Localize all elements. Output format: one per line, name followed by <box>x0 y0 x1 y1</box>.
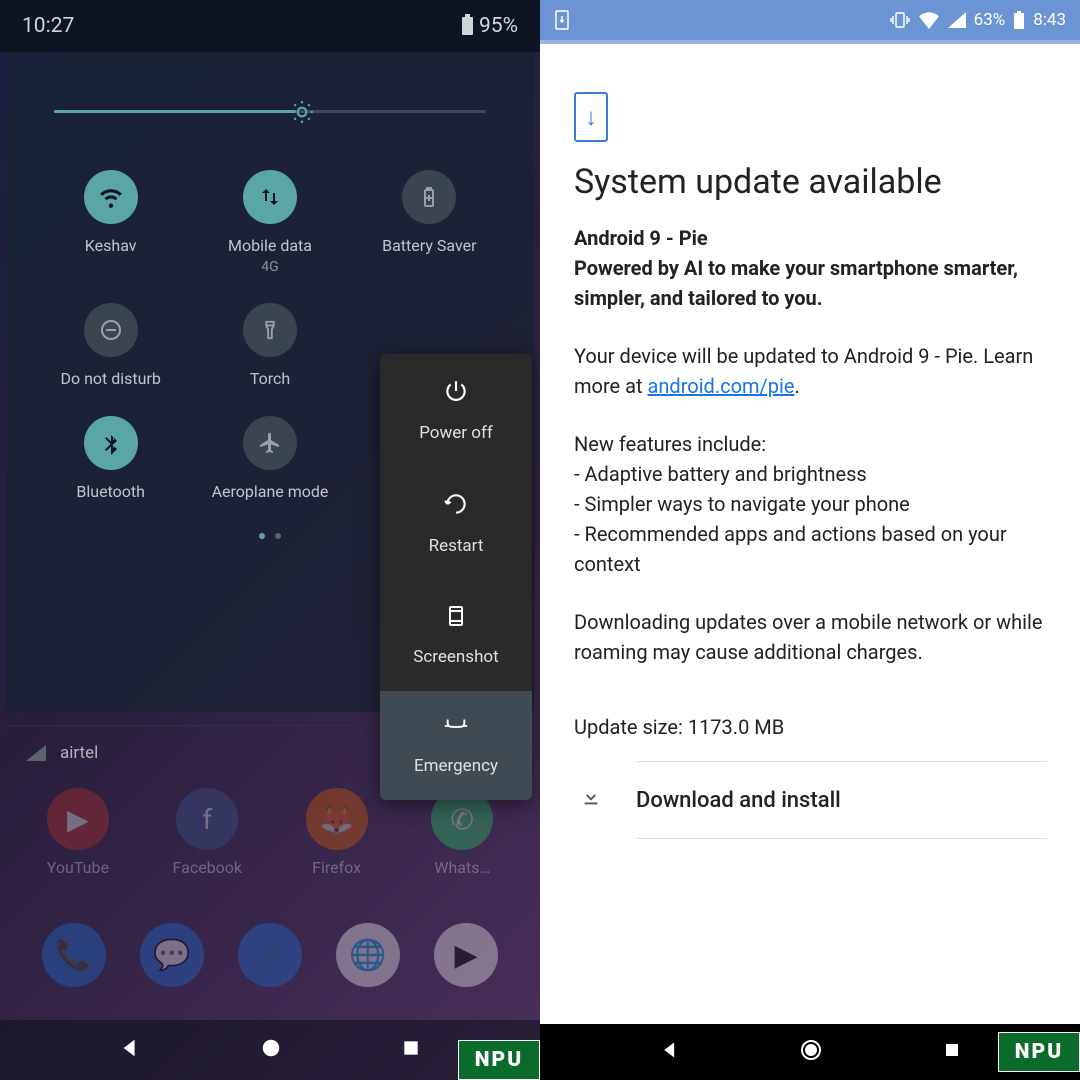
clock-right: 8:43 <box>1033 10 1066 30</box>
torch-icon <box>243 303 297 357</box>
tile-torch[interactable]: Torch <box>190 303 349 388</box>
power-menu: Power off Restart Screenshot Emergency <box>380 354 532 800</box>
features-heading: New features include: <box>574 429 1046 459</box>
download-icon <box>574 786 608 814</box>
tile-data-sub: 4G <box>261 259 278 275</box>
app-facebook[interactable]: fFacebook <box>173 788 242 877</box>
restart-button[interactable]: Restart <box>380 467 532 580</box>
screenshot-button[interactable]: Screenshot <box>380 580 532 691</box>
bluetooth-icon <box>84 416 138 470</box>
carrier-name: airtel <box>60 743 98 763</box>
battery-status: 95% <box>462 14 518 38</box>
dock: 📞 💬 👤 🌐 ▶ <box>0 900 540 1010</box>
feature-3: - Recommended apps and actions based on … <box>574 519 1046 579</box>
update-subtitle-2: Powered by AI to make your smartphone sm… <box>574 253 1046 313</box>
tile-dnd[interactable]: Do not disturb <box>31 303 190 388</box>
nav-back[interactable] <box>119 1037 141 1063</box>
system-update-icon: ↓ <box>574 92 608 142</box>
battery-percent-right: 63% <box>974 10 1006 30</box>
update-warning: Downloading updates over a mobile networ… <box>574 607 1046 667</box>
battery-percent: 95% <box>479 14 518 38</box>
tile-saver-label: Battery Saver <box>382 236 476 255</box>
plane-icon <box>243 416 297 470</box>
dock-phone[interactable]: 📞 <box>42 923 106 987</box>
app-youtube[interactable]: ▶YouTube <box>47 788 109 877</box>
right-screenshot: 63% 8:43 ↓ System update available Andro… <box>540 0 1080 1080</box>
restart-label: Restart <box>429 536 484 556</box>
update-body: ↓ System update available Android 9 - Pi… <box>540 44 1080 1024</box>
tile-data-label: Mobile data <box>228 236 312 255</box>
tile-aeroplane[interactable]: Aeroplane mode <box>190 416 349 501</box>
nav-recent-right[interactable] <box>943 1041 961 1063</box>
status-bar-left: 10:27 95% <box>0 0 540 52</box>
download-install-button[interactable]: Download and install <box>636 761 1046 839</box>
wifi-status-icon <box>918 11 940 29</box>
dock-chrome[interactable]: 🌐 <box>336 923 400 987</box>
emergency-button[interactable]: Emergency <box>380 691 532 800</box>
tile-torch-label: Torch <box>250 369 290 388</box>
download-install-label: Download and install <box>636 788 841 813</box>
feature-1: - Adaptive battery and brightness <box>574 459 1046 489</box>
status-bar-right: 63% 8:43 <box>540 0 1080 40</box>
dot-2[interactable] <box>275 533 281 539</box>
restart-icon <box>443 491 469 522</box>
brightness-slider[interactable] <box>54 96 486 126</box>
left-screenshot: 10:27 95% Keshav Mobile data 4G <box>0 0 540 1080</box>
power-icon <box>443 378 469 409</box>
app-whatsapp[interactable]: ✆Whats… <box>431 788 493 877</box>
dock-contacts[interactable]: 👤 <box>238 923 302 987</box>
wifi-icon <box>84 170 138 224</box>
signal-icon <box>26 745 46 761</box>
app-firefox[interactable]: 🦊Firefox <box>306 788 368 877</box>
vibrate-icon <box>890 11 910 29</box>
tile-mobile-data[interactable]: Mobile data 4G <box>190 170 349 275</box>
nav-home-right[interactable] <box>799 1038 823 1066</box>
nav-home[interactable] <box>260 1037 282 1063</box>
dock-messages[interactable]: 💬 <box>140 923 204 987</box>
signal-status-icon <box>948 12 966 28</box>
tile-bluetooth[interactable]: Bluetooth <box>31 416 190 501</box>
update-subtitle-1: Android 9 - Pie <box>574 226 1046 250</box>
update-size: Update size: 1173.0 MB <box>574 715 1046 739</box>
tile-wifi-label: Keshav <box>85 236 137 255</box>
update-paragraph-1: Your device will be updated to Android 9… <box>574 341 1046 401</box>
battery-icon <box>462 17 473 35</box>
nav-bar-right: NPU <box>540 1024 1080 1080</box>
data-icon <box>243 170 297 224</box>
npu-watermark-right: NPU <box>998 1032 1080 1072</box>
npu-watermark: NPU <box>458 1040 540 1080</box>
dock-play[interactable]: ▶ <box>434 923 498 987</box>
power-off-button[interactable]: Power off <box>380 354 532 467</box>
battery-icon-right <box>1013 11 1025 29</box>
nav-back-right[interactable] <box>660 1040 680 1064</box>
nav-recent[interactable] <box>401 1038 421 1062</box>
emergency-icon <box>442 715 470 742</box>
feature-2: - Simpler ways to navigate your phone <box>574 489 1046 519</box>
update-title: System update available <box>574 162 1046 202</box>
download-notif-icon <box>554 10 570 30</box>
emergency-label: Emergency <box>414 756 498 776</box>
tile-wifi[interactable]: Keshav <box>31 170 190 275</box>
power-off-label: Power off <box>419 423 493 443</box>
tile-dnd-label: Do not disturb <box>60 369 160 388</box>
android-pie-link[interactable]: android.com/pie <box>648 374 795 398</box>
dot-1[interactable] <box>259 533 265 539</box>
tile-battery-saver[interactable]: Battery Saver <box>350 170 509 275</box>
battery-saver-icon <box>402 170 456 224</box>
features-list: New features include: - Adaptive battery… <box>574 429 1046 579</box>
tile-air-label: Aeroplane mode <box>212 482 329 501</box>
dnd-icon <box>84 303 138 357</box>
tile-bt-label: Bluetooth <box>76 482 145 501</box>
screenshot-label: Screenshot <box>413 647 498 667</box>
screenshot-icon <box>444 604 468 633</box>
clock: 10:27 <box>22 14 74 38</box>
brightness-thumb-icon[interactable] <box>289 99 315 125</box>
